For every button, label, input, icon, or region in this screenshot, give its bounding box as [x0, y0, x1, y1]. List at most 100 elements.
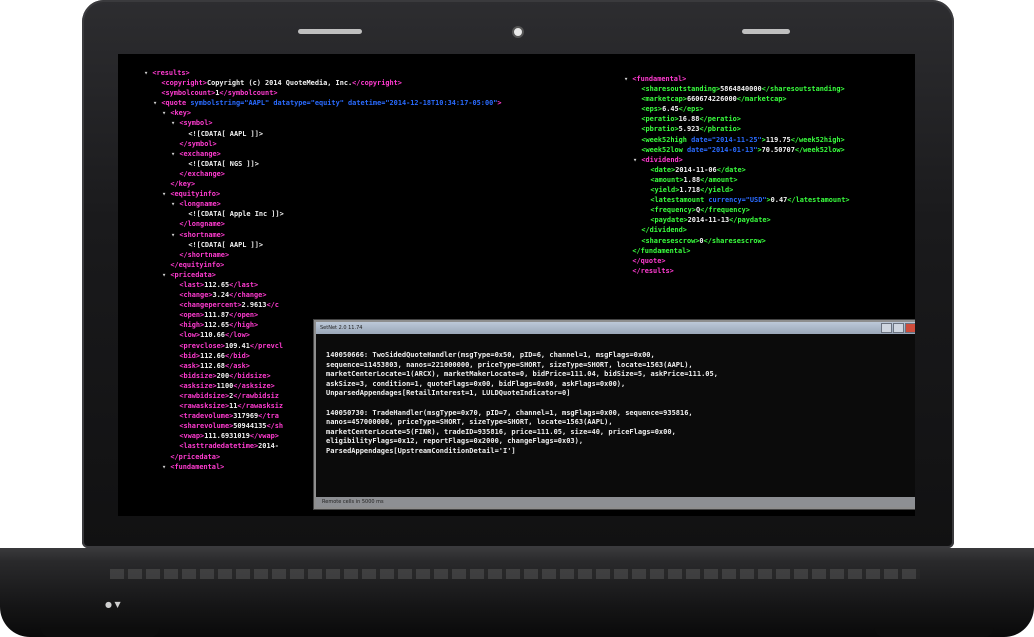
xml-line: <![CDATA[ AAPL ]]>: [144, 129, 502, 139]
screen-glare: [742, 29, 790, 34]
terminal-line: askSize=3, condition=1, quoteFlags=0x00,…: [326, 379, 626, 388]
xml-token: 70.50707: [761, 145, 795, 154]
xml-token: "AAPL": [244, 99, 274, 108]
xml-token: 660674226000: [686, 95, 737, 104]
xml-token: </peratio>: [699, 115, 741, 124]
xml-token: "USD": [745, 196, 767, 205]
xml-token: </latestamount>: [787, 196, 850, 205]
xml-token: <amount>: [650, 175, 684, 184]
xml-line: <open>111.87</open>: [144, 310, 502, 320]
xml-token: >: [497, 99, 502, 108]
xml-token: <week52high: [641, 135, 692, 144]
xml-line: <latestamount currency="USD">0.47</lates…: [624, 195, 850, 205]
xml-token: <vwap>: [179, 432, 205, 441]
xml-line: <copyright>Copyright (c) 2014 QuoteMedia…: [144, 78, 502, 88]
terminal-line: marketCenterLocate=5(FINR), tradeID=9358…: [326, 427, 676, 436]
xml-token: 2.9613: [241, 301, 267, 310]
xml-token: </equityinfo>: [170, 260, 225, 269]
xml-token: <latestamount: [650, 196, 709, 205]
xml-token: </last>: [229, 280, 259, 289]
xml-token: <yield>: [650, 186, 680, 195]
terminal-output: 140050666: TwoSidedQuoteHandler(msgType=…: [316, 334, 915, 457]
xml-token: </marketcap>: [736, 95, 787, 104]
xml-token: </tra: [258, 412, 279, 421]
xml-token: 1.88: [683, 175, 701, 184]
xml-token: </asksize>: [233, 381, 275, 390]
keyboard-edge: [110, 569, 920, 579]
xml-line: ▾ <quote symbolstring="AAPL" datatype="e…: [144, 98, 502, 108]
xml-token: </fundamental>: [632, 246, 691, 255]
screen-glare: [298, 29, 362, 34]
xml-token: <sharevolume>: [179, 422, 234, 431]
xml-token: "2014-12-18T10:34:17-05:00": [385, 99, 498, 108]
xml-token: 0.47: [770, 196, 788, 205]
terminal-titlebar[interactable]: SetNet 2.0 11.74: [316, 322, 915, 334]
xml-line: ▾ <exchange>: [144, 149, 502, 159]
xml-token: </shortname>: [179, 250, 230, 259]
xml-token: </ask>: [224, 361, 250, 370]
close-button[interactable]: [905, 323, 915, 333]
xml-line: </equityinfo>: [144, 260, 502, 270]
xml-line: <![CDATA[ NGS ]]>: [144, 159, 502, 169]
xml-token: </copyright>: [352, 79, 402, 88]
xml-token: </dividend>: [641, 226, 687, 235]
xml-line: </quote>: [624, 256, 850, 266]
xml-token: </change>: [229, 291, 267, 300]
xml-line: <peratio>16.88</peratio>: [624, 114, 850, 124]
xml-token: <key>: [170, 109, 192, 118]
xml-token: </week52high>: [790, 135, 845, 144]
terminal-title: SetNet 2.0 11.74: [320, 325, 363, 331]
xml-token: <pricedata>: [170, 270, 216, 279]
xml-line: <sharesoutstanding>5864840000</sharesout…: [624, 84, 850, 94]
xml-token: 119.75: [765, 135, 791, 144]
xml-token: <bidsize>: [179, 371, 217, 380]
terminal-line: marketCenterLocate=1(ARCX), marketMakerL…: [326, 370, 718, 379]
xml-tree-right[interactable]: ▾ <fundamental> <sharesoutstanding>58648…: [624, 74, 850, 276]
xml-token: <eps>: [641, 105, 663, 114]
xml-token: 317969: [233, 412, 259, 421]
xml-token: </exchange>: [179, 169, 225, 178]
xml-line: ▾ <symbol>: [144, 118, 502, 128]
webcam-icon: [512, 26, 524, 38]
xml-token: <high>: [179, 321, 205, 330]
xml-line: </dividend>: [624, 225, 850, 235]
xml-token: </results>: [632, 266, 674, 275]
xml-line: </symbol>: [144, 139, 502, 149]
terminal-line: ParsedAppendages[UpstreamConditionDetail…: [326, 446, 516, 455]
terminal-line: eligibilityFlags=0x12, reportFlags=0x200…: [326, 437, 584, 446]
xml-token: <week52low: [641, 145, 687, 154]
xml-token: <symbol>: [179, 119, 213, 128]
xml-line: <eps>6.45</eps>: [624, 104, 850, 114]
xml-line: </key>: [144, 179, 502, 189]
xml-token: 112.68: [200, 361, 225, 370]
xml-token: <open>: [179, 311, 205, 320]
xml-line: ▾ <equityinfo>: [144, 189, 502, 199]
xml-token: date=: [686, 145, 708, 154]
xml-token: </bid>: [224, 351, 250, 360]
maximize-button[interactable]: [893, 323, 904, 333]
xml-token: 1100: [216, 381, 234, 390]
xml-token: <exchange>: [179, 149, 221, 158]
xml-token: 5864840000: [720, 85, 762, 94]
xml-line: ▾ <shortname>: [144, 230, 502, 240]
xml-token: 111.6931019: [204, 432, 250, 441]
xml-token: <symbolcount>: [161, 89, 216, 98]
xml-token: 200: [216, 371, 230, 380]
minimize-button[interactable]: [881, 323, 892, 333]
xml-line: <changepercent>2.9613</c: [144, 300, 502, 310]
xml-token: </sharesescrow>: [703, 236, 766, 245]
xml-line: <![CDATA[ Apple Inc ]]>: [144, 209, 502, 219]
xml-token: </prevcl: [249, 341, 284, 350]
xml-token: <shortname>: [179, 230, 225, 239]
terminal-window[interactable]: SetNet 2.0 11.74 140050666: TwoSidedQuot…: [314, 320, 915, 509]
xml-line: ▾ <longname>: [144, 199, 502, 209]
xml-token: <ask>: [179, 361, 201, 370]
xml-token: </c: [266, 301, 279, 310]
xml-token: </high>: [229, 321, 259, 330]
xml-token: </low>: [224, 331, 250, 340]
xml-line: ▾ <key>: [144, 108, 502, 118]
xml-token: 2014-11-13: [687, 216, 730, 225]
xml-token: 112.65: [204, 280, 230, 289]
xml-token: </rawbidsiz: [233, 392, 279, 400]
